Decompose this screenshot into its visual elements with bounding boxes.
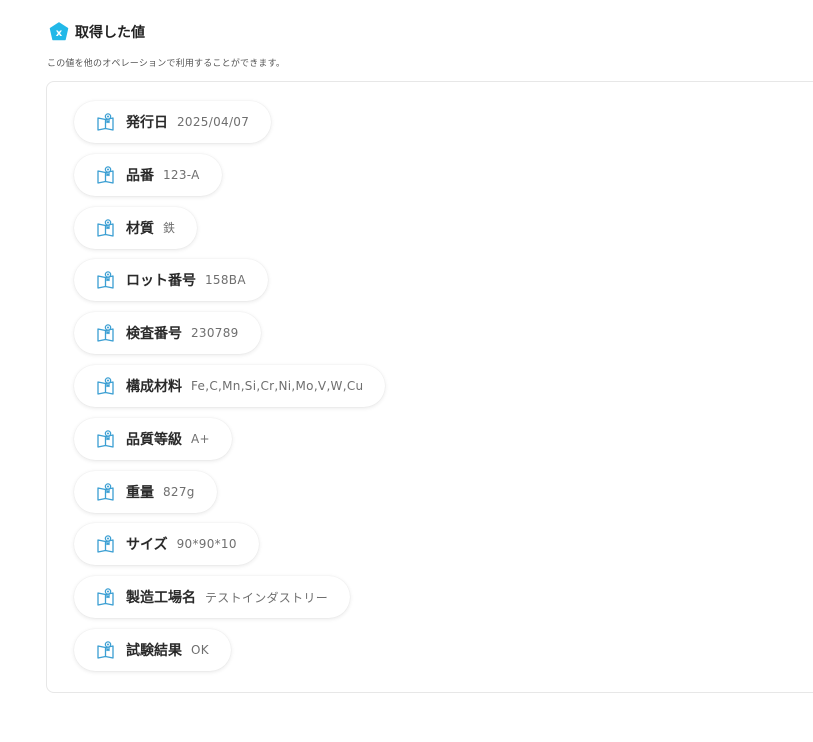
value-text: 90*90*10 [176, 537, 237, 552]
value-label: 検査番号 [126, 326, 182, 343]
variable-x-icon: x [49, 22, 69, 42]
book-marker-icon [96, 640, 116, 660]
value-pill[interactable]: ロット番号 158BA [74, 259, 268, 302]
book-marker-icon [96, 429, 116, 449]
value-pill[interactable]: サイズ 90*90*10 [74, 523, 259, 566]
section-title: 取得した値 [75, 25, 145, 41]
value-text: 230789 [191, 326, 239, 341]
value-label: 構成材料 [126, 379, 182, 395]
section-description: この値を他のオペレーションで利用することができます。 [47, 59, 286, 69]
book-marker-icon [96, 270, 116, 290]
book-marker-icon [96, 534, 116, 554]
value-label: サイズ [126, 537, 168, 554]
value-text: A+ [191, 431, 210, 446]
extracted-values-section: x 取得した値 この値を他のオペレーションで利用することができます。 発行日 2… [0, 0, 813, 742]
value-text: 123-A [163, 167, 200, 182]
value-label: 製造工場名 [126, 590, 196, 607]
value-pill[interactable]: 試験結果 OK [74, 629, 231, 671]
value-text: OK [191, 643, 209, 657]
value-pill[interactable]: 品質等級 A+ [74, 417, 232, 460]
book-marker-icon [96, 165, 116, 185]
value-label: 重量 [126, 484, 154, 501]
value-text: Fe,C,Mn,Si,Cr,Ni,Mo,V,W,Cu [191, 379, 364, 393]
book-marker-icon [96, 323, 116, 343]
value-label: 試験結果 [126, 643, 182, 659]
book-marker-icon [96, 482, 116, 502]
values-panel: 発行日 2025/04/07 品番 123-A 材質 鉄 ロット番号 158BA… [46, 81, 813, 693]
book-marker-icon [96, 376, 116, 396]
value-text: テストインダストリー [205, 590, 329, 605]
value-pill[interactable]: 品番 123-A [74, 153, 222, 196]
value-pill[interactable]: 材質 鉄 [74, 206, 198, 249]
value-text: 2025/04/07 [177, 115, 250, 129]
value-pill[interactable]: 重量 827g [74, 470, 217, 513]
value-label: 材質 [126, 220, 154, 237]
book-marker-icon [96, 587, 116, 607]
book-marker-icon [96, 112, 116, 132]
value-pill[interactable]: 発行日 2025/04/07 [74, 101, 272, 143]
value-text: 827g [163, 484, 195, 499]
value-text: 158BA [205, 273, 246, 288]
value-pill[interactable]: 検査番号 230789 [74, 312, 261, 355]
value-label: 品質等級 [126, 431, 182, 448]
badge-glyph: x [56, 28, 63, 39]
book-marker-icon [96, 218, 116, 238]
value-pill[interactable]: 構成材料 Fe,C,Mn,Si,Cr,Ni,Mo,V,W,Cu [74, 365, 386, 407]
value-text: 鉄 [163, 221, 176, 236]
value-label: 品番 [126, 167, 154, 184]
section-header: x 取得した値 [49, 20, 145, 44]
value-pill[interactable]: 製造工場名 テストインダストリー [74, 576, 351, 619]
value-label: 発行日 [126, 115, 168, 131]
value-label: ロット番号 [126, 273, 196, 290]
